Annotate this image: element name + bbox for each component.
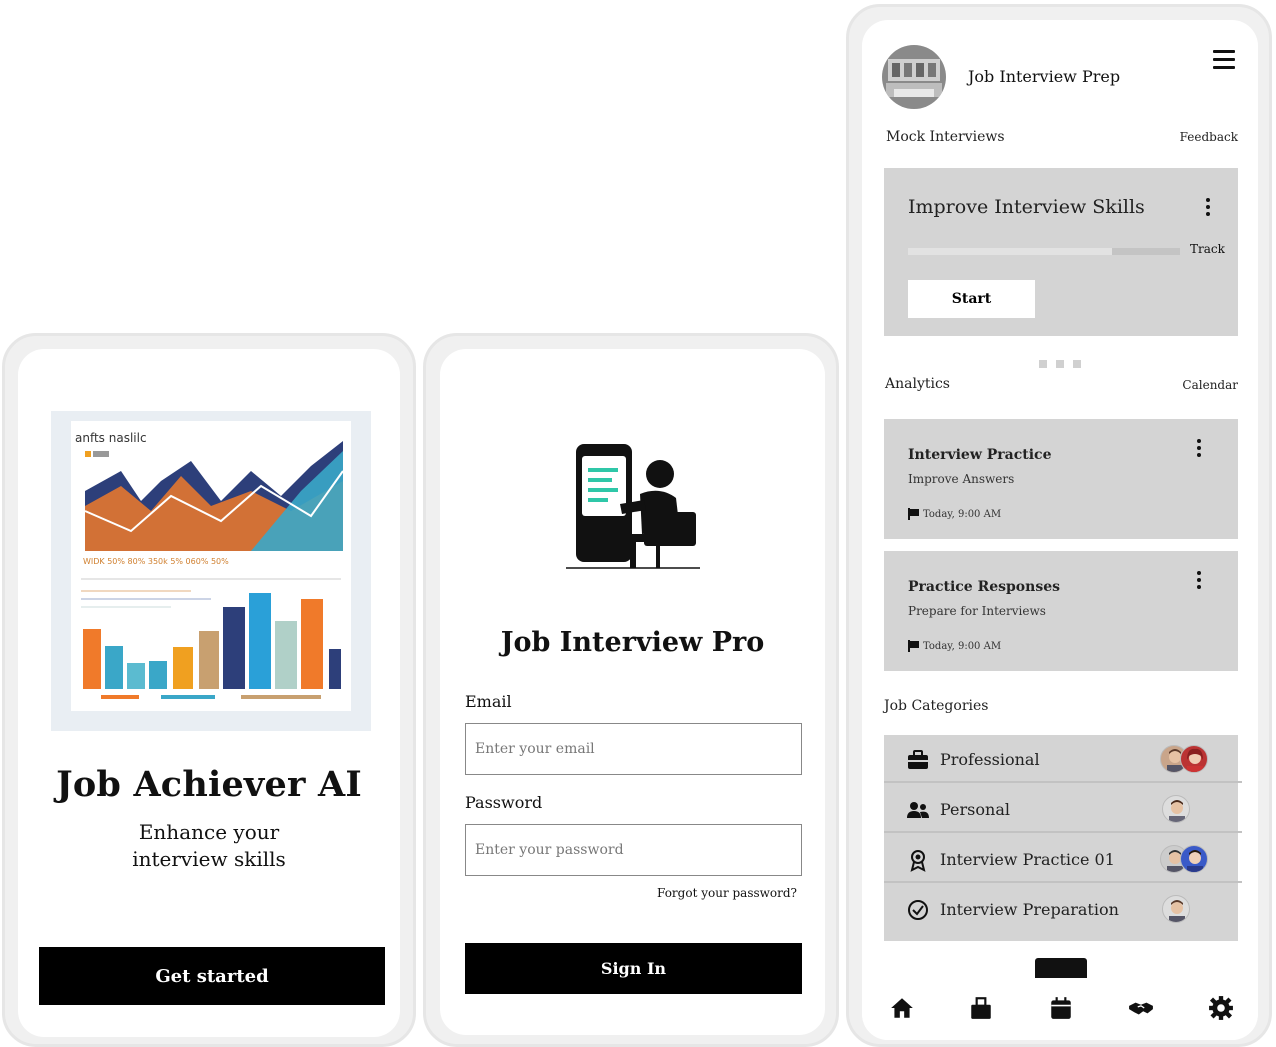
settings-icon[interactable] [1208,995,1234,1021]
password-input[interactable] [465,824,802,876]
list-item[interactable]: Interview Practice Improve Answers Today… [884,419,1238,539]
avatar [1162,795,1190,823]
category-label: Interview Preparation [940,900,1119,919]
item-title: Interview Practice [908,447,1052,463]
welcome-subtitle: Enhance your interview skills [132,820,286,871]
item-subtitle: Prepare for Interviews [908,604,1046,618]
avatar [1162,895,1190,923]
mock-interviews-heading: Mock Interviews [886,129,1005,145]
track-label: Track [1190,242,1225,256]
category-row-interview-preparation[interactable]: Interview Preparation [884,885,1242,933]
category-label: Interview Practice 01 [940,850,1115,869]
feedback-link[interactable]: Feedback [1180,130,1238,144]
person-phone-illustration [566,444,700,569]
home-icon[interactable] [889,995,915,1021]
job-categories-heading: Job Categories [884,698,989,714]
start-button[interactable]: Start [908,280,1035,318]
check-circle-icon [908,900,928,920]
hamburger-menu-icon[interactable] [1213,50,1235,70]
track-progress-fill [1112,248,1180,255]
category-label: Personal [940,800,1010,819]
email-label: Email [465,692,512,711]
app-title: Job Interview Prep [968,67,1121,86]
handshake-icon[interactable] [1128,995,1154,1021]
profile-avatar[interactable] [882,45,946,109]
svg-text:anfts naslilc: anfts naslilc [75,431,147,445]
sign-in-button[interactable]: Sign In [465,943,802,994]
award-icon [910,850,926,872]
get-started-button[interactable]: Get started [39,947,385,1005]
jobs-icon[interactable] [968,995,994,1021]
more-options-icon[interactable] [1197,571,1203,592]
avatar [1180,845,1208,873]
flag-icon [908,640,919,652]
category-row-personal[interactable]: Personal [884,785,1242,833]
welcome-phone: anfts naslilc WIDK 50% 80% 350k 5% 060% … [2,333,416,1047]
analytics-heading: Analytics [885,376,950,392]
more-options-icon[interactable] [1206,198,1212,219]
hero-card-title: Improve Interview Skills [908,196,1145,218]
signin-phone: Job Interview Pro Email Password Forgot … [423,333,839,1047]
signin-screen: Job Interview Pro Email Password Forgot … [440,349,825,1035]
carousel-indicator[interactable] [1039,353,1090,372]
category-row-interview-practice[interactable]: Interview Practice 01 [884,835,1242,883]
people-icon [907,802,929,818]
list-item[interactable]: Practice Responses Prepare for Interview… [884,551,1238,671]
forgot-password-link[interactable]: Forgot your password? [657,886,797,900]
signin-title: Job Interview Pro [500,627,765,658]
password-label: Password [465,793,543,812]
svg-text:WIDK 50% 80% 350k 5% 060% 5: WIDK 50% 80% 350k 5% 060% 50% [83,557,229,566]
dashboard-phone: Job Interview Prep Mock Interviews Feedb… [846,4,1272,1047]
category-label: Professional [940,750,1040,769]
item-time: Today, 9:00 AM [908,508,1001,520]
more-options-icon[interactable] [1197,439,1203,460]
improve-skills-card[interactable]: Improve Interview Skills Track Start [884,168,1238,336]
calendar-link[interactable]: Calendar [1182,378,1238,392]
item-subtitle: Improve Answers [908,472,1015,486]
job-categories-list: Professional Personal Interview Practice… [884,735,1242,941]
bottom-nav [862,978,1258,1040]
welcome-screen: anfts naslilc WIDK 50% 80% 350k 5% 060% … [18,349,400,1037]
welcome-title: Job Achiever AI [56,764,362,805]
avatar [1180,745,1208,773]
flag-icon [908,508,919,520]
analytics-hero-image: anfts naslilc WIDK 50% 80% 350k 5% 060% … [51,411,371,731]
briefcase-icon [908,750,928,769]
calendar-icon[interactable] [1048,995,1074,1021]
item-title: Practice Responses [908,579,1060,595]
category-row-professional[interactable]: Professional [884,735,1242,783]
email-input[interactable] [465,723,802,775]
track-progress-bar [908,248,1180,255]
dashboard-screen: Job Interview Prep Mock Interviews Feedb… [862,20,1258,1040]
item-time: Today, 9:00 AM [908,640,1001,652]
